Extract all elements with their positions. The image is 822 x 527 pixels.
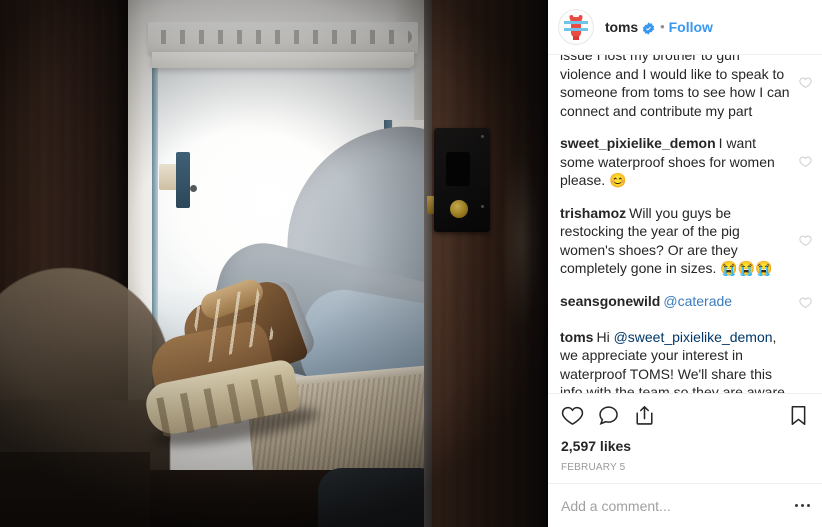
comment-item: sweet_pixielike_demon I want some waterpr… — [548, 127, 822, 197]
photo-lock-screw-bottom — [481, 205, 484, 208]
comment-item: toms Hi @sweet_pixielike_demon, we apprec… — [548, 321, 822, 394]
photo-lock-screw-top — [481, 135, 484, 138]
avatar-shape-center — [571, 17, 581, 37]
photo-window-bracket — [176, 152, 190, 208]
photo-lock-slot — [446, 152, 470, 186]
comment-body: sweet_pixielike_demon I want some waterpr… — [560, 134, 799, 190]
post-date: FEBRUARY 5 — [561, 462, 626, 473]
comment-item: seansgonewild @caterade — [548, 285, 822, 321]
add-comment-bar — [548, 483, 822, 527]
avatar-stripe-bottom — [564, 28, 588, 31]
comment-body: toms Hi @sweet_pixielike_demon, we apprec… — [560, 328, 799, 394]
comment-body: issue I lost my brother to gun violence … — [560, 55, 790, 119]
avatar-shape-base — [573, 36, 579, 40]
comment-bubble-icon[interactable] — [597, 404, 620, 432]
photo-lock-keyhole — [450, 200, 468, 218]
photo-bench-base — [0, 452, 150, 527]
photo-window-knob — [190, 185, 197, 192]
instagram-post: toms • Follow issue I lost my brother to… — [0, 0, 822, 527]
post-header-identity: toms • Follow — [605, 18, 713, 36]
comment-text-before: Hi — [596, 328, 614, 345]
more-options-icon[interactable] — [787, 503, 810, 508]
post-photo[interactable] — [0, 0, 548, 527]
comment-mention[interactable]: @caterade — [663, 293, 732, 309]
avatar-stripe-top — [564, 21, 588, 24]
dot-2 — [800, 503, 804, 508]
comment-like-icon[interactable] — [799, 76, 812, 94]
comment-author[interactable]: seansgonewild — [560, 293, 660, 309]
comments-list[interactable]: issue I lost my brother to gun violence … — [548, 55, 822, 393]
photo-lock-strike — [427, 196, 434, 214]
verified-badge-icon — [642, 21, 655, 35]
photo-door-highlight — [500, 150, 540, 330]
comment-item: trishamoz Will you guys be restocking the… — [548, 197, 822, 285]
comment-author[interactable]: toms — [560, 329, 593, 345]
like-count[interactable]: 2,597 likes — [561, 437, 810, 455]
follow-button[interactable]: Follow — [669, 18, 713, 36]
comment-body: trishamoz Will you guys be restocking the… — [560, 204, 799, 278]
comment-author[interactable]: sweet_pixielike_demon — [560, 135, 716, 151]
header-separator: • — [660, 19, 665, 34]
dot-3 — [806, 503, 810, 508]
post-author-link[interactable]: toms — [605, 18, 638, 36]
photo-dark-bag — [318, 468, 438, 527]
comment-item: issue I lost my brother to gun violence … — [548, 55, 822, 127]
comment-input[interactable] — [561, 497, 787, 514]
heart-icon[interactable] — [561, 404, 584, 432]
post-header: toms • Follow — [548, 0, 822, 55]
photo-valance-lip — [152, 52, 414, 68]
avatar[interactable] — [558, 9, 594, 45]
comment-like-icon[interactable] — [799, 155, 812, 173]
post-sidebar: toms • Follow issue I lost my brother to… — [548, 0, 822, 527]
comment-mention[interactable]: @sweet_pixielike_demon — [614, 329, 773, 345]
bookmark-icon[interactable] — [787, 404, 810, 432]
photo-door-jamb — [424, 0, 432, 527]
comment-like-icon[interactable] — [799, 234, 812, 252]
photo-canvas — [0, 0, 548, 527]
share-icon[interactable] — [633, 404, 656, 432]
comment-like-icon[interactable] — [799, 296, 812, 314]
comment-body: seansgonewild @caterade — [560, 292, 799, 311]
photo-valance — [148, 22, 418, 54]
comment-author[interactable]: trishamoz — [560, 205, 626, 221]
post-action-bar: 2,597 likes FEBRUARY 5 — [548, 393, 822, 483]
dot-1 — [794, 503, 798, 508]
action-icon-row — [561, 402, 810, 434]
